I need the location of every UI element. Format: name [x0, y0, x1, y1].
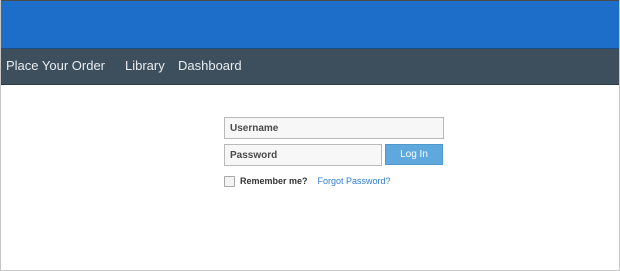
remember-me-row: Remember me? Forgot Password?: [224, 175, 391, 187]
remember-me-label: Remember me?: [240, 176, 308, 186]
login-button[interactable]: Log In: [385, 144, 443, 165]
nav-item-dashboard[interactable]: Dashboard: [178, 58, 242, 74]
forgot-password-link[interactable]: Forgot Password?: [318, 176, 391, 186]
password-input[interactable]: [224, 144, 382, 166]
top-header-bar: [1, 0, 619, 48]
page-frame: Place Your Order Library Dashboard Log I…: [0, 0, 620, 271]
main-nav: Place Your Order Library Dashboard: [1, 49, 619, 85]
username-input[interactable]: [224, 117, 444, 139]
nav-item-place-your-order[interactable]: Place Your Order: [6, 58, 105, 74]
nav-item-library[interactable]: Library: [125, 58, 165, 74]
remember-me-checkbox[interactable]: [224, 175, 235, 187]
